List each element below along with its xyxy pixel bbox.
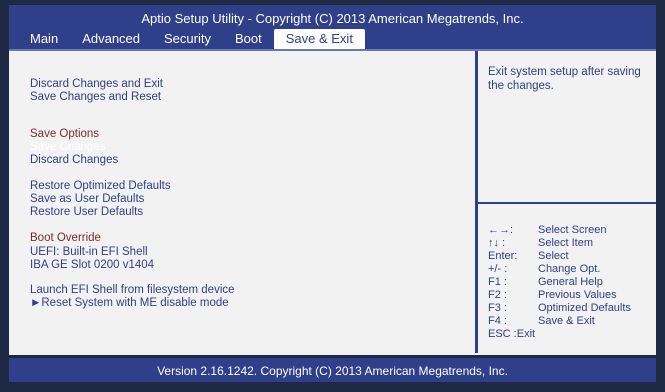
menu-save-changes-and-reset[interactable]: Save Changes and Reset [30,91,161,104]
tab-main[interactable]: Main [18,29,70,49]
menu-restore-optimized-defaults[interactable]: Restore Optimized Defaults [30,180,171,193]
help-divider [478,202,656,204]
key-legend-row: F4 : Save & Exit [488,315,631,328]
key-label: ↑↓ : [488,237,506,249]
menu-pane: Discard Changes and Exit Save Changes an… [9,51,475,353]
menu-reset-system-me-disable[interactable]: ►Reset System with ME disable mode [30,297,229,310]
key-legend-row: +/- : Change Opt. [488,263,631,276]
key-description: Select Item [538,237,594,249]
tab-save-exit[interactable]: Save & Exit [273,29,365,49]
key-legend-row: ↑↓ : Select Item [488,237,631,250]
menu-save-changes[interactable]: Save Changes [30,141,105,154]
section-header-boot-override: Boot Override [30,232,101,244]
key-legend-row: ESC :Exit [488,328,631,341]
tab-bar: Main Advanced Security Boot Save & Exit [18,29,365,49]
key-description: General Help [538,276,603,288]
key-description: Select [538,250,569,262]
menu-uefi-built-in-efi-shell[interactable]: UEFI: Built-in EFI Shell [30,246,148,259]
tab-advanced[interactable]: Advanced [70,29,152,49]
menu-discard-changes[interactable]: Discard Changes [30,154,118,167]
key-legend-row: F3 : Optimized Defaults [488,302,631,315]
key-label: F1 : [488,276,507,288]
key-label: Enter: [488,250,518,262]
key-label: ESC :Exit [488,328,536,340]
menu-save-as-user-defaults[interactable]: Save as User Defaults [30,193,144,206]
key-label: ←→: [488,224,514,236]
menu-launch-efi-shell[interactable]: Launch EFI Shell from filesystem device [30,284,235,297]
menu-discard-changes-and-exit[interactable]: Discard Changes and Exit [30,78,163,91]
key-description: Change Opt. [538,263,601,275]
bios-frame: Aptio Setup Utility - Copyright (C) 2013… [0,0,665,392]
key-description: Optimized Defaults [538,302,631,314]
help-pane: Exit system setup after saving the chang… [478,51,656,353]
status-bar: Version 2.16.1242. Copyright (C) 2013 Am… [9,358,656,382]
status-text: Version 2.16.1242. Copyright (C) 2013 Am… [157,364,508,378]
key-label: +/- : [488,263,508,275]
key-description: Select Screen [538,224,607,236]
tab-security[interactable]: Security [152,29,223,49]
key-label: F3 : [488,302,507,314]
main-panel: Discard Changes and Exit Save Changes an… [9,49,656,355]
menu-iba-ge-slot[interactable]: IBA GE Slot 0200 v1404 [30,259,154,272]
tab-boot[interactable]: Boot [223,29,274,49]
section-header-save-options: Save Options [30,128,100,140]
key-legend-row: ←→: Select Screen [488,224,631,237]
bios-header: Aptio Setup Utility - Copyright (C) 2013… [9,5,656,49]
key-label: F2 : [488,289,507,301]
menu-restore-user-defaults[interactable]: Restore User Defaults [30,206,143,219]
key-label: F4 : [488,315,507,327]
key-legend-row: Enter: Select [488,250,631,263]
key-legend: ←→: Select Screen ↑↓ : Select Item Enter… [488,224,631,341]
key-description: Save & Exit [538,315,595,327]
key-description: Previous Values [538,289,617,301]
key-legend-row: F2 : Previous Values [488,289,631,302]
help-text: Exit system setup after saving the chang… [488,66,641,92]
header-title: Aptio Setup Utility - Copyright (C) 2013… [141,11,524,26]
key-legend-row: F1 : General Help [488,276,631,289]
